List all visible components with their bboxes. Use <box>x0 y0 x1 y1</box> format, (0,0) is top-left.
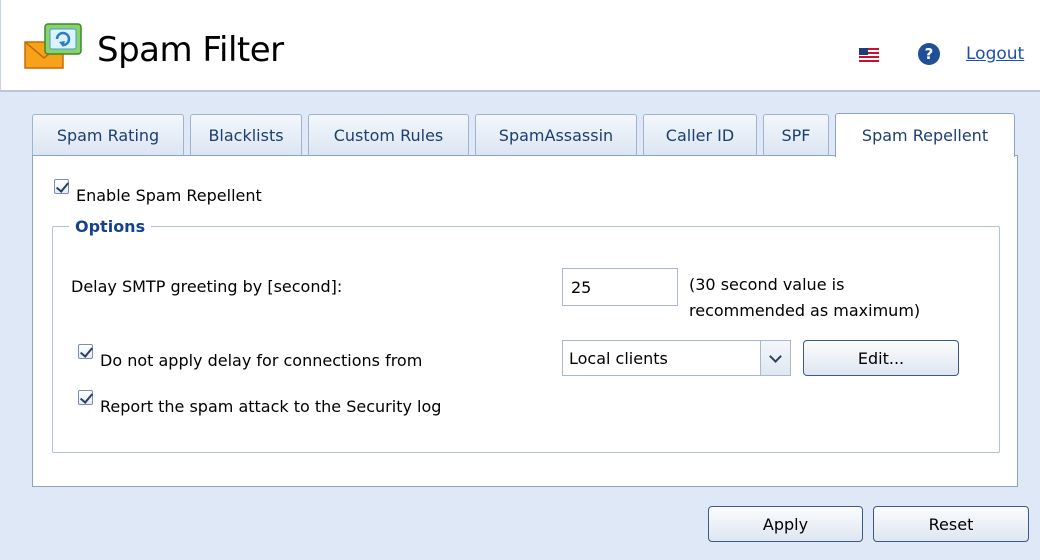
connections-select[interactable]: Local clients <box>562 340 791 376</box>
connections-select-value: Local clients <box>569 349 668 368</box>
options-legend: Options <box>69 217 152 236</box>
chevron-down-icon[interactable] <box>760 341 790 375</box>
header-bar: Spam Filter ? Logout <box>0 0 1040 92</box>
enable-spam-repellent-label[interactable]: Enable Spam Repellent <box>76 186 262 205</box>
logout-link[interactable]: Logout <box>966 44 1024 64</box>
page-title: Spam Filter <box>97 30 284 70</box>
reset-button[interactable]: Reset <box>873 506 1029 542</box>
apply-button[interactable]: Apply <box>708 506 863 542</box>
delay-hint: (30 second value is recommended as maxim… <box>689 272 920 324</box>
no-delay-label[interactable]: Do not apply delay for connections from <box>100 351 422 370</box>
help-icon[interactable]: ? <box>918 43 940 65</box>
delay-hint-line-2: recommended as maximum) <box>689 301 921 320</box>
tab-custom-rules[interactable]: Custom Rules <box>308 114 469 156</box>
edit-button[interactable]: Edit... <box>803 340 959 376</box>
report-attack-checkbox[interactable] <box>78 390 93 405</box>
report-attack-label[interactable]: Report the spam attack to the Security l… <box>100 397 441 416</box>
delay-hint-line-1: (30 second value is <box>689 275 845 294</box>
delay-label: Delay SMTP greeting by [second]: <box>71 277 343 296</box>
no-delay-checkbox[interactable] <box>78 344 93 359</box>
tab-caller-id[interactable]: Caller ID <box>643 114 757 156</box>
tab-spf[interactable]: SPF <box>763 114 829 156</box>
spam-envelope-icon <box>24 23 82 69</box>
tab-spamassassin[interactable]: SpamAssassin <box>475 114 637 156</box>
us-flag-icon[interactable] <box>859 48 879 62</box>
tab-panel: Enable Spam Repellent Options Delay SMTP… <box>32 155 1018 487</box>
enable-spam-repellent-checkbox[interactable] <box>54 179 69 194</box>
tab-blacklists[interactable]: Blacklists <box>190 114 302 156</box>
tab-spam-repellent[interactable]: Spam Repellent <box>835 113 1015 157</box>
tab-spam-rating[interactable]: Spam Rating <box>32 114 184 156</box>
delay-seconds-input[interactable] <box>562 268 678 306</box>
